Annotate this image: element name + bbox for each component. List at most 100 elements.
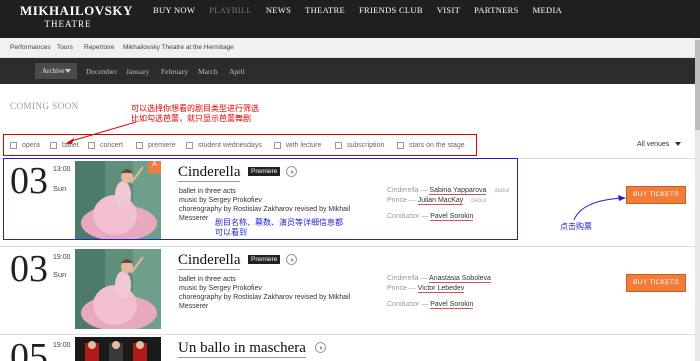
cast-line: Conductor — Pavel Sorokin (387, 213, 474, 221)
filter-annotation-line2: 比如勾选芭蕾，就只显示芭蕾舞剧 (131, 114, 251, 123)
subnav-tours[interactable]: Tours (57, 44, 73, 51)
age-badge: A (148, 161, 161, 173)
filter-label: ballet (62, 142, 79, 149)
detail-annotation: 剧目名称、幕数、演员等详细信息都 可以看到 (215, 218, 343, 238)
nav-media[interactable]: MEDIA (533, 5, 562, 15)
event-description: ballet in three acts music by Sergey Pro… (179, 275, 350, 311)
buy-annotation: 点击购票 (560, 222, 592, 231)
cast-note: debut (471, 198, 487, 204)
cast-name-link[interactable]: Pavel Sorokin (430, 213, 474, 221)
sub-nav: Performances Tours Repertoire Mikhailovs… (0, 38, 700, 58)
month-bar: Archive December January February March … (0, 58, 700, 84)
archive-dropdown[interactable]: Archive (35, 63, 77, 79)
subnav-hermitage[interactable]: Mikhailovsky Theatre at the Hermitage (123, 44, 234, 51)
filter-premiere[interactable]: premiere (136, 142, 176, 149)
checkbox[interactable] (136, 142, 143, 149)
month-february[interactable]: February (161, 67, 188, 76)
nav-friends-club[interactable]: FRIENDS CLUB (359, 5, 423, 15)
play-video-icon[interactable] (286, 166, 297, 177)
divider (0, 334, 695, 335)
cast-line: Cinderella — Sabina Yapparova debut (387, 187, 510, 195)
filter-stars-on-the-stage[interactable]: stars on the stage (397, 142, 465, 149)
cast-role: Prince (387, 285, 407, 292)
detail-annotation-line1: 剧目名称、幕数、演员等详细信息都 (215, 218, 343, 227)
filter-subscription[interactable]: subscription (335, 142, 384, 149)
month-march[interactable]: March (198, 67, 218, 76)
nav-news[interactable]: NEWS (266, 5, 291, 15)
event-day: 05 (10, 336, 48, 361)
checkbox[interactable] (50, 142, 57, 149)
month-april[interactable]: April (229, 67, 245, 76)
desc-line: ballet in three acts (179, 188, 236, 195)
venue-select[interactable]: All venues (637, 141, 681, 148)
detail-annotation-line2: 可以看到 (215, 228, 247, 237)
subnav-performances[interactable]: Performances (10, 44, 50, 51)
nav-partners[interactable]: PARTNERS (474, 5, 519, 15)
checkbox[interactable] (186, 142, 193, 149)
cast-role: Conductor (387, 213, 420, 220)
coming-soon-heading: COMING SOON (10, 101, 79, 111)
top-header: MIKHAILOVSKY THEATRE BUY NOW PLAYBILL NE… (0, 0, 700, 38)
filter-label: subscription (347, 142, 385, 149)
cast-role: Cinderella (387, 187, 419, 194)
nav-theatre[interactable]: THEATRE (305, 5, 345, 15)
month-january[interactable]: January (126, 67, 149, 76)
premiere-badge: Premiere (248, 167, 281, 176)
masquerade-image (75, 337, 161, 361)
cast-name-link[interactable]: Victor Lebedev (417, 285, 465, 293)
cast-line: Prince — Julian MacKay debut (387, 197, 487, 205)
filter-label: with lecture (286, 142, 322, 149)
buy-tickets-button[interactable]: BUY TICKETS (626, 274, 686, 292)
filter-concert[interactable]: concert (88, 142, 123, 149)
cast-note: debut (494, 188, 510, 194)
event-image-ballo[interactable] (75, 337, 161, 361)
checkbox[interactable] (10, 142, 17, 149)
desc-line: choreography by Rostislav Zakharov revis… (179, 206, 351, 213)
subnav-repertoire[interactable]: Repertoire (84, 44, 114, 51)
filter-with-lecture[interactable]: with lecture (274, 142, 321, 149)
theatre-logo[interactable]: MIKHAILOVSKY THEATRE (20, 3, 133, 30)
filter-ballet[interactable]: ballet (50, 142, 79, 149)
event-title[interactable]: Cinderella (178, 164, 241, 182)
cast-name-link[interactable]: Anastasia Soboleva (429, 275, 491, 283)
checkbox[interactable] (335, 142, 342, 149)
event-image-cinderella[interactable] (75, 249, 161, 329)
filter-label: student wednesdays (198, 142, 262, 149)
cast-line: Cinderella — Anastasia Soboleva (387, 275, 491, 283)
event-weekday: Sun (53, 270, 67, 279)
filter-label: premiere (148, 142, 176, 149)
desc-line: music by Sergey Prokofiev (179, 285, 262, 292)
divider (0, 246, 695, 247)
filter-label: concert (100, 142, 123, 149)
filter-student-wednesdays[interactable]: student wednesdays (186, 142, 262, 149)
cast-role: Cinderella (387, 275, 419, 282)
cast-name-link[interactable]: Julian MacKay (417, 197, 464, 205)
cast-name-link[interactable]: Pavel Sorokin (430, 301, 474, 309)
event-day: 03 (10, 160, 48, 202)
event-title[interactable]: Cinderella (178, 252, 241, 270)
checkbox[interactable] (274, 142, 281, 149)
cast-name-link[interactable]: Sabina Yapparova (429, 187, 487, 195)
filter-annotation-line1: 可以选择你想看的剧目类型进行筛选 (131, 104, 259, 113)
month-december[interactable]: December (86, 67, 117, 76)
cast-line: Conductor — Pavel Sorokin (387, 301, 474, 309)
play-video-icon[interactable] (315, 342, 326, 353)
ballerina-image (75, 249, 161, 329)
logo-line2: THEATRE (44, 19, 92, 29)
filter-annotation: 可以选择你想看的剧目类型进行筛选 比如勾选芭蕾，就只显示芭蕾舞剧 (131, 104, 259, 124)
scrollbar-thumb[interactable] (695, 40, 700, 130)
nav-buy-now[interactable]: BUY NOW (153, 5, 195, 15)
filter-opera[interactable]: opera (10, 142, 40, 149)
event-title[interactable]: Un ballo in maschera (178, 340, 306, 358)
play-video-icon[interactable] (286, 254, 297, 265)
checkbox[interactable] (88, 142, 95, 149)
event-time: 19:00 (53, 342, 71, 349)
premiere-badge: Premiere (248, 255, 281, 264)
main-nav: BUY NOW PLAYBILL NEWS THEATRE FRIENDS CL… (153, 5, 576, 15)
checkbox[interactable] (397, 142, 404, 149)
desc-line: music by Sergey Prokofiev (179, 197, 262, 204)
nav-playbill[interactable]: PLAYBILL (209, 5, 252, 15)
buy-tickets-button[interactable]: BUY TICKETS (626, 186, 686, 204)
logo-line1: MIKHAILOVSKY (20, 3, 133, 18)
nav-visit[interactable]: VISIT (437, 5, 460, 15)
